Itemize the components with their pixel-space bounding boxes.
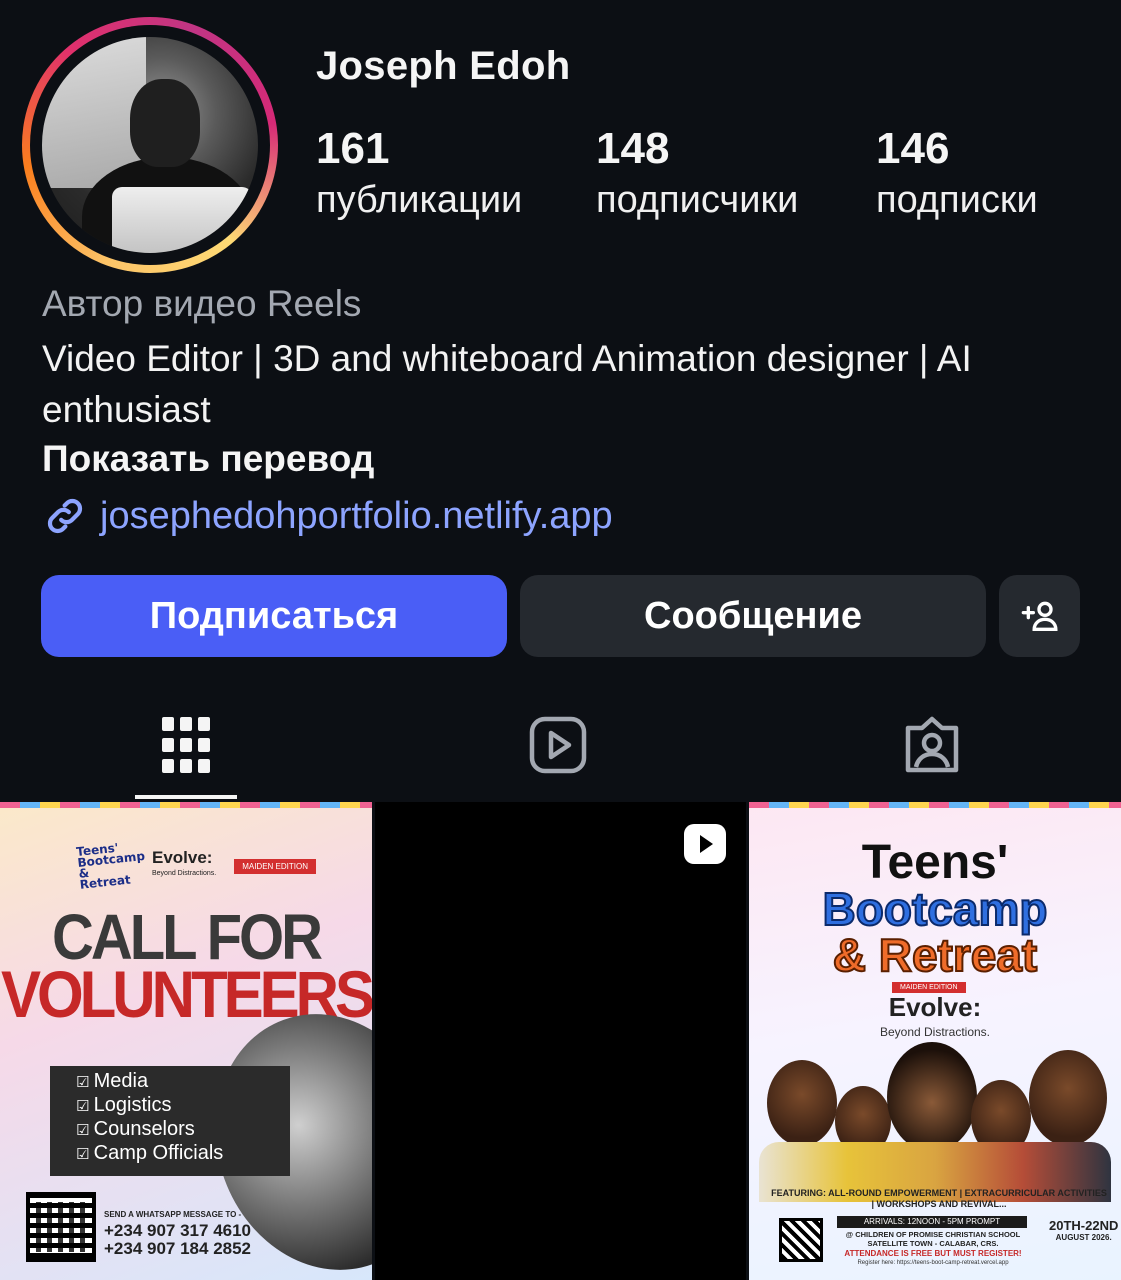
followers-label: подписчики: [596, 179, 799, 221]
message-button[interactable]: Сообщение: [520, 575, 986, 657]
event-date: 20TH-22ND AUGUST 2026.: [1049, 1218, 1119, 1242]
brand-subtitle: Beyond Distractions.: [879, 1025, 991, 1039]
post-thumbnail-reel[interactable]: [375, 802, 746, 1280]
brand-subtitle: Beyond Distractions.: [152, 870, 217, 877]
post-thumbnail-bootcamp[interactable]: Teens' Bootcamp & Retreat MAIDEN EDITION…: [749, 802, 1121, 1280]
website-link[interactable]: josephedohportfolio.netlify.app: [42, 490, 613, 542]
register-link: Register here: https://teens-boot-camp-r…: [857, 1260, 1009, 1266]
posts-count: 161: [316, 124, 390, 173]
list-item: Camp Officials: [76, 1142, 224, 1166]
posts-label: публикации: [316, 179, 523, 221]
post-title: Teens' Bootcamp & Retreat: [822, 836, 1049, 981]
qr-code: [26, 1192, 96, 1262]
list-item: Logistics: [76, 1094, 223, 1118]
link-icon: [47, 498, 83, 534]
followers-count: 148: [596, 124, 670, 173]
stat-posts[interactable]: 161 публикации: [316, 122, 522, 224]
bio-text: Video Editor | 3D and whiteboard Animati…: [42, 338, 972, 430]
brand-name: Evolve:: [888, 992, 982, 1022]
list-item: Media: [76, 1070, 223, 1094]
show-translation-link[interactable]: Показать перевод: [42, 438, 374, 480]
volunteer-roles-list: Media Logistics Counselors Camp Official…: [76, 1070, 224, 1166]
suggest-people-button[interactable]: [999, 575, 1080, 657]
grid-icon: [162, 717, 210, 773]
username: Joseph Edoh: [316, 44, 571, 88]
reels-icon: [529, 716, 587, 774]
reel-play-icon: [684, 824, 726, 864]
following-count: 146: [876, 124, 950, 173]
story-ring[interactable]: [22, 17, 278, 273]
edition-badge: MAIDEN EDITION: [234, 858, 316, 874]
brand-name: Evolve:: [152, 848, 213, 867]
attendance-note: ATTENDANCE IS FREE BUT MUST REGISTER!: [844, 1249, 1022, 1258]
featuring-text: FEATURING: ALL-ROUND EMPOWERMENT | EXTRA…: [771, 1188, 1107, 1209]
follow-button[interactable]: Подписаться: [41, 575, 507, 657]
camp-logo: Teens' Bootcamp & Retreat: [75, 840, 146, 892]
venue-text: @ CHILDREN OF PROMISE CHRISTIAN SCHOOL S…: [845, 1230, 1021, 1248]
website-link-text: josephedohportfolio.netlify.app: [100, 494, 613, 537]
tab-tagged[interactable]: [882, 710, 982, 780]
list-item: Counselors: [76, 1118, 223, 1142]
following-label: подписки: [876, 179, 1038, 221]
phone-number: +234 907 184 2852: [104, 1239, 252, 1258]
tagged-icon: [905, 716, 959, 773]
tab-reels[interactable]: [508, 710, 608, 780]
active-tab-indicator: [135, 795, 237, 799]
avatar[interactable]: [42, 37, 258, 253]
post-thumbnail-volunteers[interactable]: Teens' Bootcamp & Retreat Evolve: Beyond…: [0, 802, 372, 1280]
stat-followers[interactable]: 148 подписчики: [596, 122, 798, 224]
profile-category: Автор видео Reels: [42, 283, 362, 324]
qr-code: [779, 1218, 823, 1262]
add-person-icon: [1021, 601, 1058, 631]
tab-posts-grid[interactable]: [136, 710, 236, 780]
arrivals-bar: ARRIVALS: 12NOON - 5PM PROMPT: [837, 1216, 1027, 1228]
group-photo: [749, 1042, 1121, 1202]
stat-following[interactable]: 146 подписки: [876, 122, 1038, 224]
profile-page: Joseph Edoh 161 публикации 148 подписчик…: [0, 0, 1121, 1280]
whatsapp-prompt: SEND A WHATSAPP MESSAGE TO -: [104, 1210, 242, 1219]
phone-number: +234 907 317 4610: [104, 1221, 252, 1240]
